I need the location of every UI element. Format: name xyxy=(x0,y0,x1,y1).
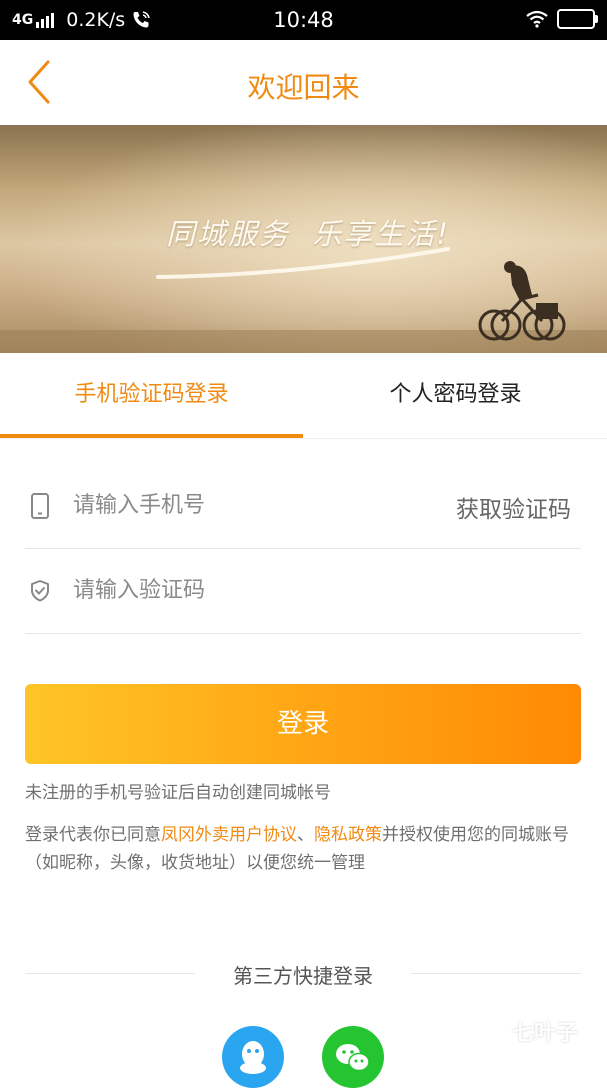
banner-slogan: 同城服务 乐享生活! xyxy=(166,217,451,251)
shield-check-icon xyxy=(31,580,49,602)
user-agreement-link[interactable]: 凤冈外卖用户协议 xyxy=(161,825,297,845)
login-tabs: 手机验证码登录 个人密码登录 xyxy=(0,353,607,439)
get-code-button[interactable]: 获取验证码 xyxy=(456,490,571,524)
qq-login-button[interactable] xyxy=(222,1026,284,1088)
clock: 10:48 xyxy=(273,8,334,32)
watermark: 七叶子 7YZ.COM xyxy=(458,1003,598,1063)
status-right xyxy=(525,9,598,29)
cyclist-silhouette xyxy=(478,261,566,341)
tab-password-login[interactable]: 个人密码登录 xyxy=(304,353,607,437)
watermark-sub: 7YZ.COM xyxy=(516,1043,581,1056)
nav-bar: 欢迎回来 xyxy=(0,40,607,125)
banner: 同城服务 乐享生活! xyxy=(0,125,607,353)
agreement-note: 登录代表你已同意凤冈外卖用户协议、隐私政策并授权使用您的同城账号（如昵称，头像，… xyxy=(25,821,585,877)
qq-icon xyxy=(240,1041,266,1074)
agreement-prefix: 登录代表你已同意 xyxy=(25,825,161,845)
tab-sms-login[interactable]: 手机验证码登录 xyxy=(0,353,303,437)
third-party-login: 第三方快捷登录 xyxy=(25,958,581,988)
third-party-label: 第三方快捷登录 xyxy=(233,964,373,988)
phone-input[interactable] xyxy=(73,485,373,525)
battery-icon xyxy=(557,9,598,29)
mobile-phone-icon xyxy=(31,493,49,519)
wifi-icon xyxy=(526,10,548,28)
wechat-icon xyxy=(336,1044,370,1072)
leaf-logo-icon xyxy=(464,1009,504,1055)
status-bar: 4G 0.2K/s 10:48 xyxy=(0,0,607,40)
auto-register-note: 未注册的手机号验证后自动创建同城帐号 xyxy=(25,783,331,803)
verification-code-input[interactable] xyxy=(73,570,373,610)
page-title: 欢迎回来 xyxy=(247,71,360,104)
phone-field-row: 获取验证码 xyxy=(25,463,581,549)
active-tab-indicator xyxy=(0,434,303,438)
wechat-login-button[interactable] xyxy=(322,1026,384,1088)
divider-right xyxy=(411,973,581,974)
code-field-row xyxy=(25,548,581,634)
privacy-policy-link[interactable]: 隐私政策 xyxy=(314,825,382,845)
login-button[interactable]: 登录 xyxy=(25,684,581,764)
agreement-separator: 、 xyxy=(297,825,314,845)
